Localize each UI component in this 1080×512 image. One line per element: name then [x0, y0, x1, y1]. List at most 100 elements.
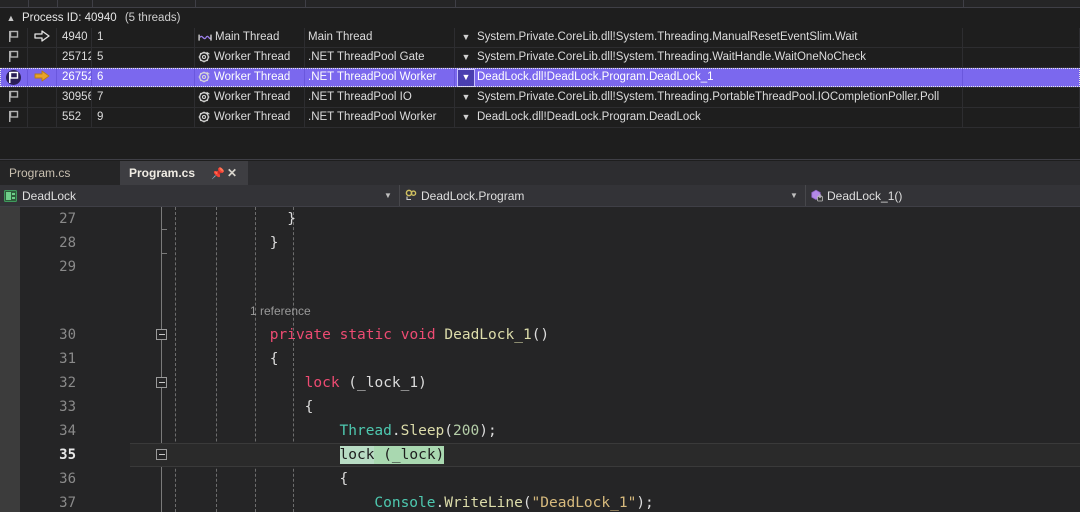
thread-id-text: 26752: [62, 70, 92, 83]
thread-name-text: .NET ThreadPool Worker: [308, 70, 437, 83]
chevron-down-icon[interactable]: ▼: [381, 191, 395, 200]
thread-name-text: .NET ThreadPool Worker: [308, 110, 437, 123]
outlining-end-tick: [161, 253, 167, 254]
code-lines-container[interactable]: 27} 28} 29 1 reference 30 private static void…: [20, 207, 1080, 512]
flag-icon[interactable]: [7, 90, 20, 106]
line-number: 34: [59, 423, 76, 439]
thread-category-cell: Worker Thread: [195, 88, 305, 107]
collapse-chevron-icon[interactable]: ▲: [0, 13, 22, 23]
thread-id-text: 25712: [62, 50, 92, 63]
navbar-project-label: DeadLock: [22, 188, 77, 203]
flag-icon[interactable]: [7, 30, 20, 46]
code-editor[interactable]: 27} 28} 29 1 reference 30 private static void…: [0, 207, 1080, 512]
code-line-text: lock (_lock): [150, 443, 1080, 467]
chevron-down-icon[interactable]: ▼: [458, 90, 474, 106]
code-line[interactable]: 28}: [20, 231, 1080, 255]
thread-id-text: 30956: [62, 90, 92, 103]
thread-name-text: .NET ThreadPool IO: [308, 90, 412, 103]
worker-thread-icon: [198, 71, 211, 84]
editor-indicator-margin[interactable]: [0, 207, 20, 512]
worker-thread-icon: [198, 51, 211, 64]
navbar-project-dropdown[interactable]: DeadLock ▼: [0, 185, 400, 206]
thread-count-text: (5 threads): [124, 12, 181, 24]
thread-flag-cell[interactable]: [0, 68, 28, 87]
flag-icon[interactable]: [7, 110, 20, 126]
code-line[interactable]: 36 {: [20, 467, 1080, 491]
table-row[interactable]: 30956 7 Worker Thread .NET ThreadPool IO ▼ Sy…: [0, 88, 1080, 108]
panel-splitter[interactable]: [0, 140, 1080, 160]
code-line[interactable]: 34 Thread.Sleep(200);: [20, 419, 1080, 443]
outlining-collapse-box[interactable]: [156, 329, 167, 340]
managed-id-text: 1: [97, 30, 104, 43]
code-line[interactable]: 33 {: [20, 395, 1080, 419]
thread-flag-cell[interactable]: [0, 88, 28, 107]
arrow-outline-icon: [34, 30, 50, 45]
table-row[interactable]: 4940 1 Main Thread Main Thread ▼ System.Priva…: [0, 28, 1080, 48]
table-row[interactable]: 552 9 Worker Thread .NET ThreadPool Worker ▼…: [0, 108, 1080, 128]
flag-icon[interactable]: [7, 50, 20, 66]
managed-id-cell: 9: [92, 108, 195, 127]
line-number: 36: [59, 471, 76, 487]
process-label: Process ID: 40940 (5 threads): [22, 12, 180, 24]
managed-id-cell: 6: [92, 68, 195, 87]
tab-label: Program.cs: [129, 166, 196, 180]
code-line-text: {: [339, 471, 349, 487]
tab-program-cs-inactive[interactable]: Program.cs: [0, 161, 120, 185]
codelens-row[interactable]: 1 reference: [20, 279, 1080, 323]
current-statement-keyword: lock: [339, 446, 375, 464]
chevron-down-icon[interactable]: ▼: [458, 50, 474, 66]
flag-icon[interactable]: [6, 70, 21, 85]
managed-id-text: 9: [97, 110, 104, 123]
tab-program-cs-active[interactable]: Program.cs 📌 ✕: [120, 161, 248, 185]
chevron-down-icon[interactable]: ▼: [457, 68, 475, 87]
thread-category-text: Worker Thread: [214, 70, 291, 83]
thread-id-cell: 30956: [57, 88, 92, 107]
thread-flag-cell[interactable]: [0, 48, 28, 67]
code-line-text: }: [287, 211, 296, 227]
thread-flag-cell[interactable]: [0, 28, 28, 47]
codelens-reference-count[interactable]: 1 reference: [250, 299, 311, 323]
threads-grid: 4940 1 Main Thread Main Thread ▼ System.Priva…: [0, 28, 1080, 128]
code-line[interactable]: 27}: [20, 207, 1080, 231]
thread-row-trailing-cell: [963, 68, 1080, 87]
pin-icon[interactable]: 📌: [211, 167, 225, 180]
thread-location-cell: ▼ System.Private.CoreLib.dll!System.Threa…: [455, 88, 963, 107]
line-number: 31: [59, 351, 76, 367]
navbar-type-label: DeadLock.Program: [421, 188, 525, 203]
table-row[interactable]: 26752 6 Worker Thread .NET ThreadPool Worke…: [0, 68, 1080, 88]
code-line[interactable]: 30 private static void DeadLock_1(): [20, 323, 1080, 347]
worker-thread-icon: [198, 111, 211, 124]
process-group-row[interactable]: ▲ Process ID: 40940 (5 threads): [0, 8, 1080, 28]
code-line-text: lock (_lock_1): [304, 375, 427, 391]
thread-name-cell: .NET ThreadPool Worker: [305, 108, 455, 127]
thread-category-cell: Main Thread: [195, 28, 305, 47]
code-line[interactable]: 31 {: [20, 347, 1080, 371]
code-line[interactable]: 32 lock (_lock_1): [20, 371, 1080, 395]
table-row[interactable]: 25712 5 Worker Thread .NET ThreadPool Gate ▼…: [0, 48, 1080, 68]
main-thread-icon: [198, 32, 212, 43]
class-icon: [404, 189, 418, 202]
outlining-collapse-box[interactable]: [156, 449, 167, 460]
current-thread-marker-cell: [28, 88, 57, 107]
line-number: 29: [59, 259, 76, 275]
arrow-solid-icon: [34, 70, 50, 85]
current-thread-marker-cell: [28, 28, 57, 47]
chevron-down-icon[interactable]: ▼: [458, 110, 474, 126]
code-line[interactable]: 35 lock (_lock): [20, 443, 1080, 467]
editor-text-surface[interactable]: 27} 28} 29 1 reference 30 private static void…: [20, 207, 1080, 512]
code-line-text: }: [269, 235, 279, 251]
outlining-collapse-box[interactable]: [156, 377, 167, 388]
navbar-type-dropdown[interactable]: DeadLock.Program ▼: [400, 185, 806, 206]
thread-id-cell: 26752: [57, 68, 92, 87]
thread-category-text: Main Thread: [215, 30, 280, 43]
thread-category-text: Worker Thread: [214, 50, 291, 63]
chevron-down-icon[interactable]: ▼: [787, 191, 801, 200]
navbar-member-dropdown[interactable]: DeadLock_1(): [806, 185, 1080, 206]
chevron-down-icon[interactable]: ▼: [458, 30, 474, 46]
code-line[interactable]: 37 Console.WriteLine("DeadLock_1");: [20, 491, 1080, 512]
thread-flag-cell[interactable]: [0, 108, 28, 127]
current-thread-marker-cell: [28, 68, 57, 87]
code-line[interactable]: 29: [20, 255, 1080, 279]
close-icon[interactable]: ✕: [225, 166, 239, 180]
navbar-member-label: DeadLock_1(): [827, 188, 903, 203]
